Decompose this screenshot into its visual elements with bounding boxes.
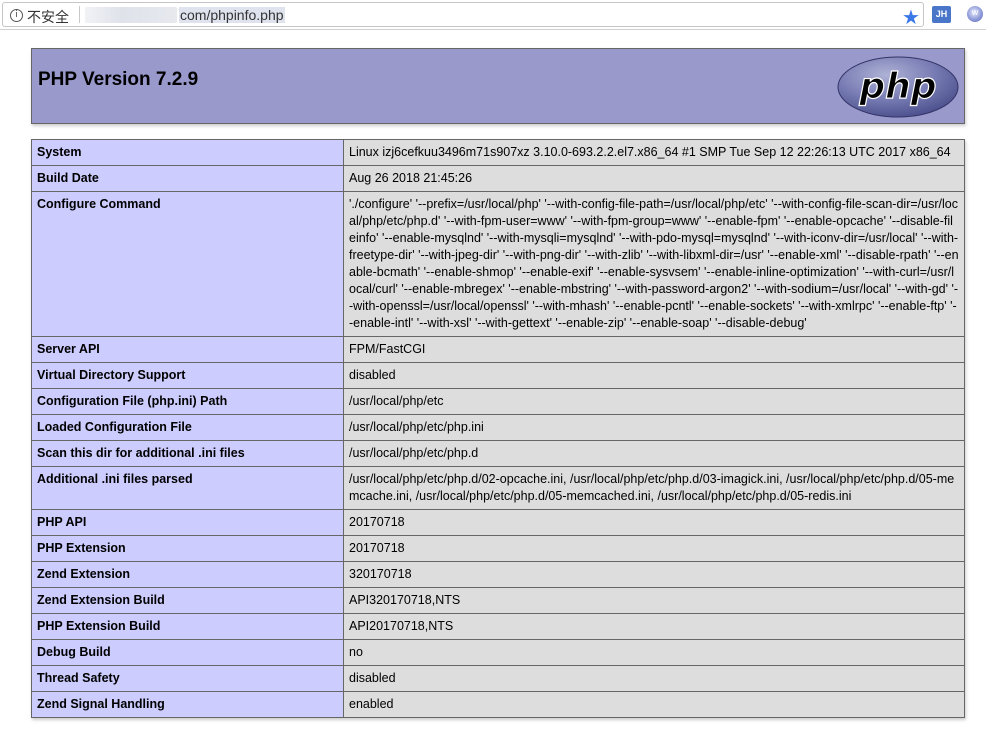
row-value: enabled (343, 691, 965, 718)
table-row: Build Date Aug 26 2018 21:45:26 (31, 165, 965, 192)
row-key: Server API (31, 336, 344, 363)
info-icon[interactable]: i (10, 9, 23, 22)
php-logo-text: php (858, 66, 936, 107)
table-row: Virtual Directory Support disabled (31, 362, 965, 389)
table-row: System Linux izj6cefkuu3496m71s907xz 3.10… (31, 139, 965, 166)
row-key: Thread Safety (31, 665, 344, 692)
extension-icon[interactable]: W (967, 6, 983, 22)
row-value: /usr/local/php/etc/php.ini (343, 414, 965, 441)
row-value: 20170718 (343, 509, 965, 536)
table-row: PHP Extension Build API20170718,NTS (31, 613, 965, 640)
browser-toolbar: i 不安全 com/phpinfo.php ★ JH W (0, 0, 986, 30)
page-title: PHP Version 7.2.9 (38, 69, 199, 90)
table-row: PHP API 20170718 (31, 509, 965, 536)
bookmark-star-icon[interactable]: ★ (902, 5, 920, 29)
row-value: FPM/FastCGI (343, 336, 965, 363)
row-value: Linux izj6cefkuu3496m71s907xz 3.10.0-693… (343, 139, 965, 166)
table-row: Zend Extension Build API320170718,NTS (31, 587, 965, 614)
php-logo-icon[interactable]: php (836, 55, 960, 119)
table-row: Zend Extension 320170718 (31, 561, 965, 588)
table-row: Configure Command './configure' '--prefix… (31, 191, 965, 337)
row-value: no (343, 639, 965, 666)
table-row: Debug Build no (31, 639, 965, 666)
extension-jh-icon[interactable]: JH (932, 6, 951, 23)
php-version-header: PHP Version 7.2.9 php (31, 48, 965, 124)
table-row: Thread Safety disabled (31, 665, 965, 692)
row-key: System (31, 139, 344, 166)
row-value: Aug 26 2018 21:45:26 (343, 165, 965, 192)
address-bar[interactable]: i 不安全 com/phpinfo.php ★ (2, 2, 924, 29)
row-value: 320170718 (343, 561, 965, 588)
row-key: Scan this dir for additional .ini files (31, 440, 344, 467)
row-value: API320170718,NTS (343, 587, 965, 614)
row-value: /usr/local/php/etc/php.d (343, 440, 965, 467)
row-key: Zend Extension Build (31, 587, 344, 614)
address-divider (79, 6, 80, 23)
row-key: Configure Command (31, 191, 344, 337)
table-row: Scan this dir for additional .ini files /… (31, 440, 965, 467)
security-status-label[interactable]: 不安全 (27, 7, 69, 27)
row-key: Virtual Directory Support (31, 362, 344, 389)
row-key: PHP Extension (31, 535, 344, 562)
table-row: Configuration File (php.ini) Path/usr/lo… (31, 388, 965, 415)
row-value: disabled (343, 665, 965, 692)
redacted-domain (85, 7, 177, 23)
row-value: './configure' '--prefix=/usr/local/php' … (343, 191, 965, 337)
php-info-table-body: System Linux izj6cefkuu3496m71s907xz 3.10… (31, 139, 965, 718)
row-key: Zend Signal Handling (31, 691, 344, 718)
row-key: Additional .ini files parsed (31, 466, 344, 510)
table-row: Loaded Configuration File/usr/local/php/… (31, 414, 965, 441)
table-row: PHP Extension 20170718 (31, 535, 965, 562)
row-key: PHP Extension Build (31, 613, 344, 640)
row-key: Loaded Configuration File (31, 414, 344, 441)
table-row: Server API FPM/FastCGI (31, 336, 965, 363)
row-key: Build Date (31, 165, 344, 192)
row-value: /usr/local/php/etc (343, 388, 965, 415)
row-value: 20170718 (343, 535, 965, 562)
url-domain-suffix: com (180, 7, 207, 23)
row-value: /usr/local/php/etc/php.d/02-opcache.ini,… (343, 466, 965, 510)
row-key: PHP API (31, 509, 344, 536)
url-path: /phpinfo.php (206, 7, 284, 23)
row-key: Configuration File (php.ini) Path (31, 388, 344, 415)
table-row: Zend Signal Handling enabled (31, 691, 965, 718)
row-value: disabled (343, 362, 965, 389)
row-key: Debug Build (31, 639, 344, 666)
php-info-table: System Linux izj6cefkuu3496m71s907xz 3.10… (31, 139, 965, 718)
row-key: Zend Extension (31, 561, 344, 588)
row-value: API20170718,NTS (343, 613, 965, 640)
table-row: Additional .ini files parsed/usr/local/p… (31, 466, 965, 510)
url-text[interactable]: com/phpinfo.php (179, 7, 285, 23)
